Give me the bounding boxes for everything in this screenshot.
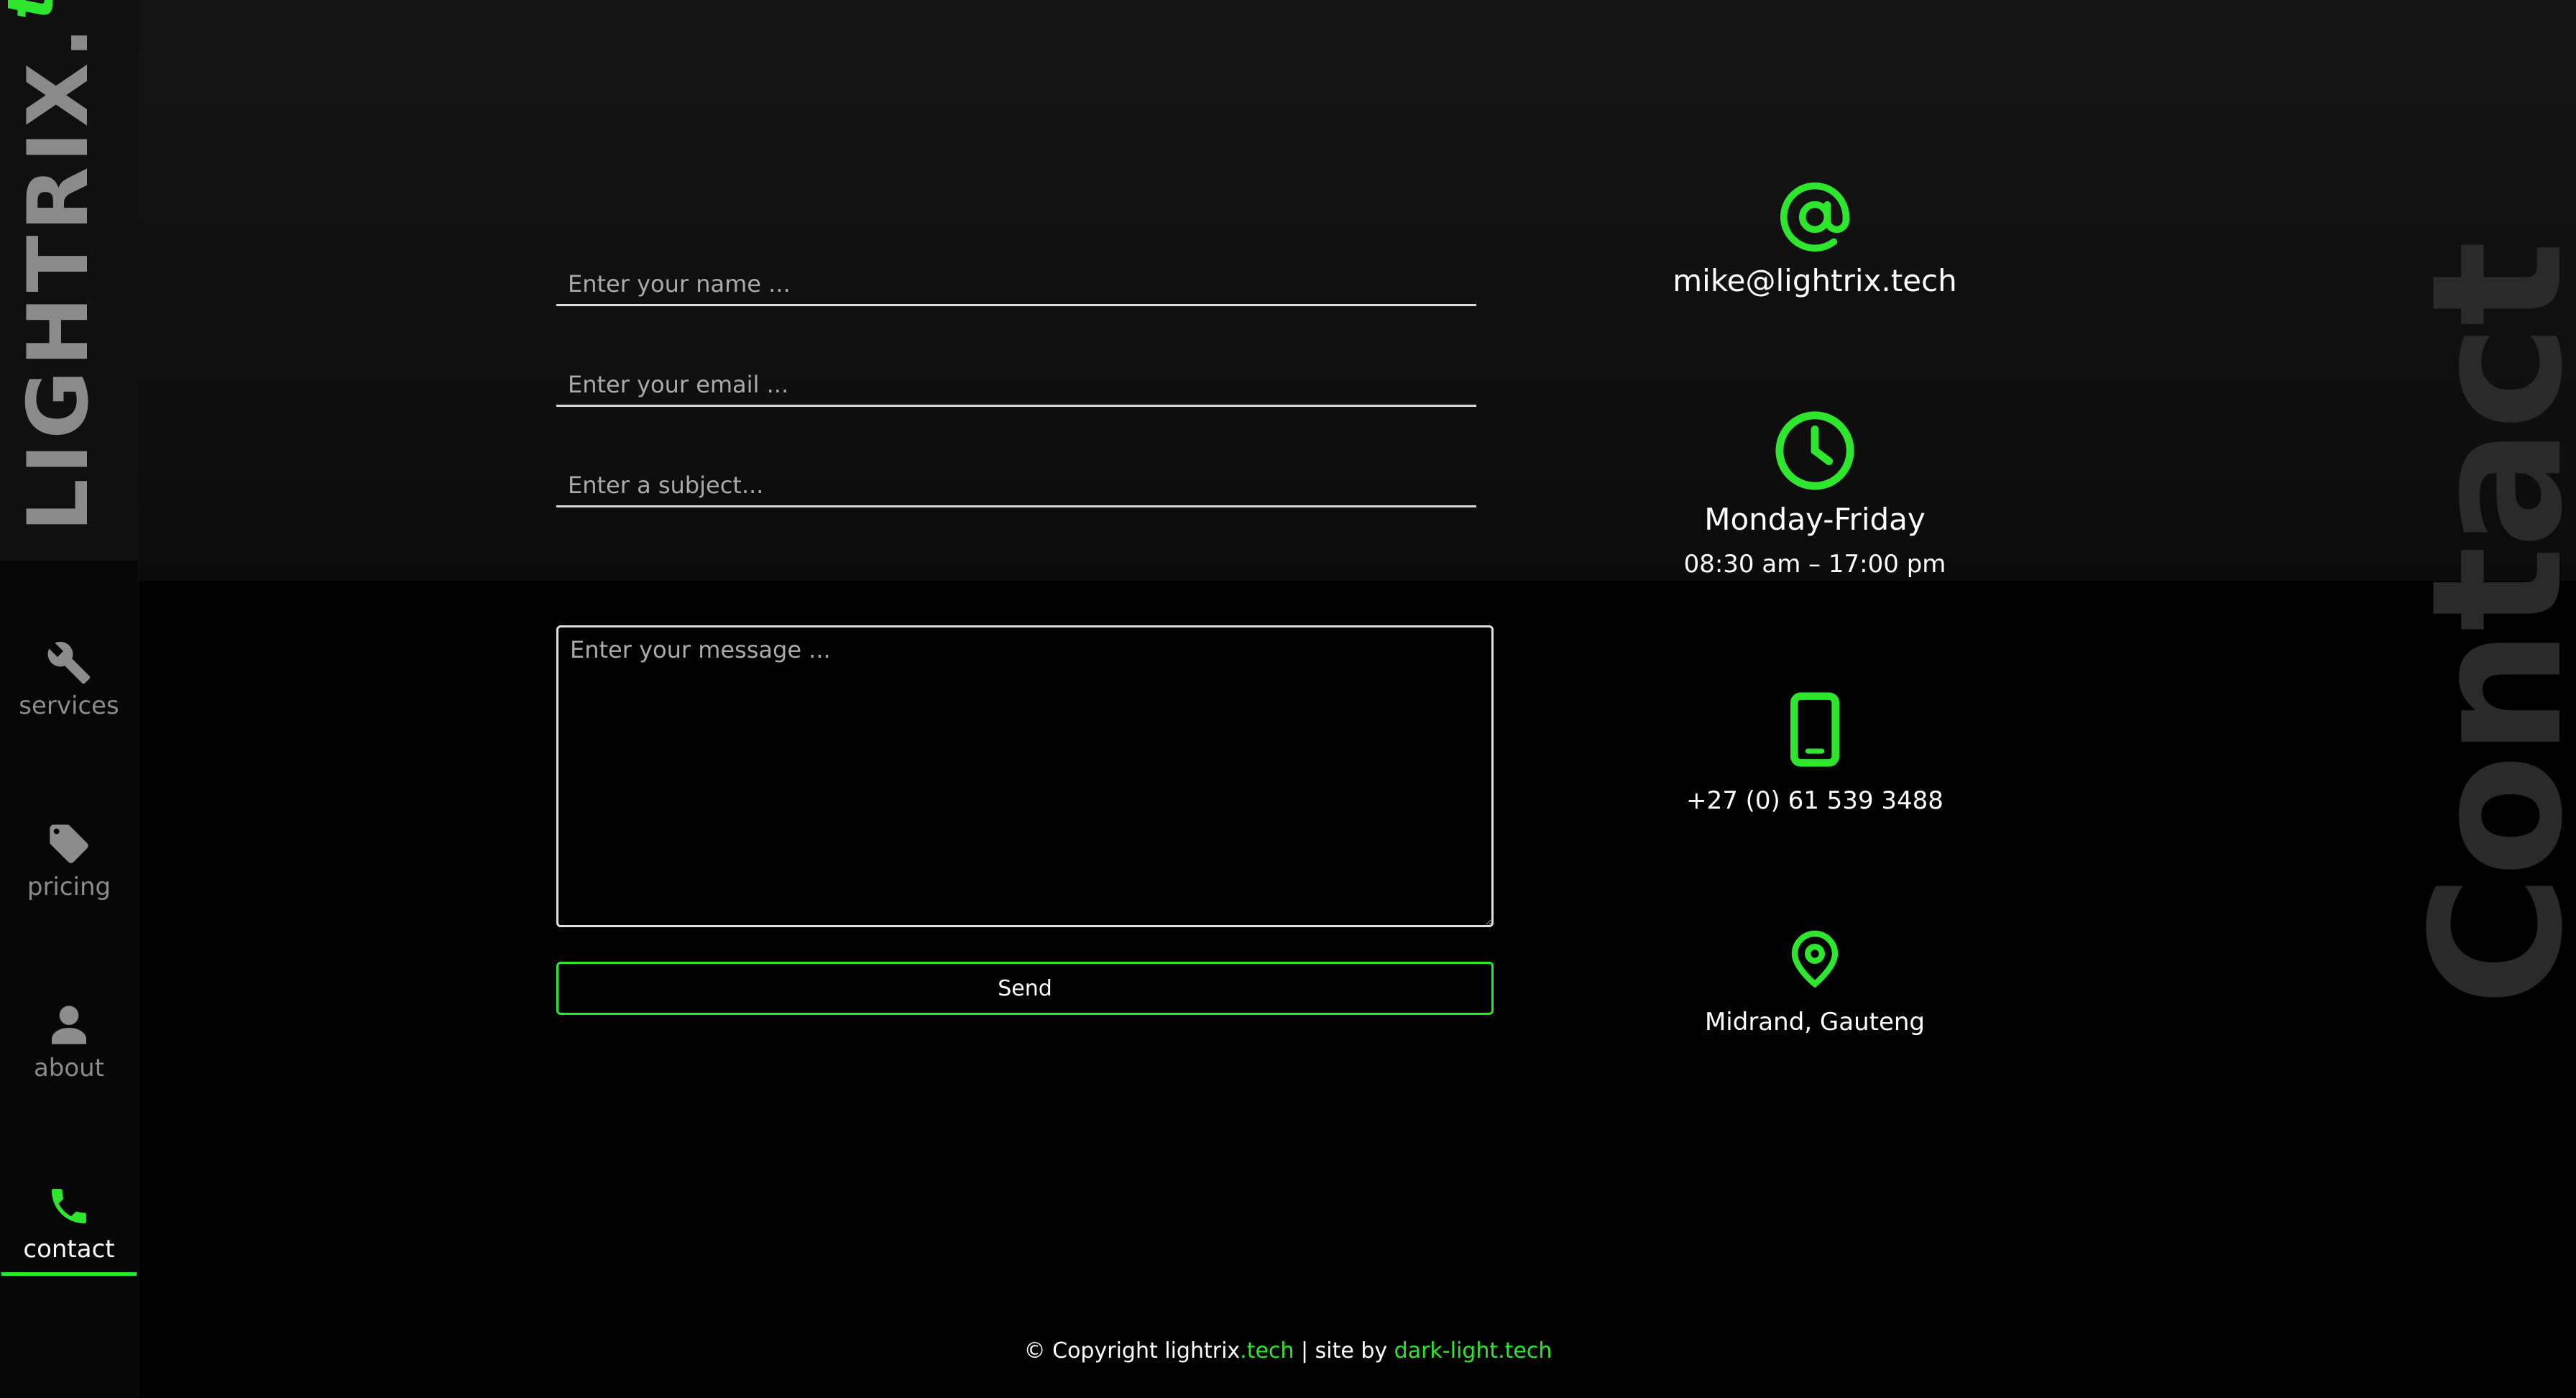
email-input[interactable] bbox=[556, 364, 1476, 407]
send-button[interactable]: Send bbox=[556, 962, 1494, 1015]
footer-credit-link[interactable]: dark-light.tech bbox=[1394, 1338, 1552, 1363]
email-info: mike@lightrix.tech bbox=[1610, 180, 2020, 298]
logo-suffix-text: tech bbox=[0, 0, 68, 20]
message-textarea[interactable] bbox=[556, 625, 1494, 927]
business-hours: 08:30 am – 17:00 pm bbox=[1683, 550, 1946, 579]
map-pin-icon bbox=[1791, 930, 1839, 988]
sidebar-item-label: pricing bbox=[27, 873, 111, 901]
clock-icon bbox=[1775, 411, 1854, 490]
sidebar-item-about[interactable]: about bbox=[0, 1002, 138, 1095]
active-nav-underline bbox=[1, 1272, 137, 1276]
location-info: Midrand, Gauteng bbox=[1610, 924, 2020, 1036]
phone-icon bbox=[52, 1189, 86, 1223]
subject-input[interactable] bbox=[556, 464, 1476, 507]
mobile-phone-icon bbox=[1790, 692, 1840, 767]
sidebar-item-label: services bbox=[19, 691, 119, 720]
location-text: Midrand, Gauteng bbox=[1704, 1008, 1926, 1036]
sidebar-item-services[interactable]: services bbox=[0, 640, 138, 733]
user-icon bbox=[52, 1006, 86, 1044]
footer-copyright: © Copyright lightrix bbox=[1024, 1338, 1241, 1363]
wrench-icon bbox=[47, 641, 91, 684]
footer: © Copyright lightrix.tech | site by dark… bbox=[0, 1338, 2576, 1363]
email-address[interactable]: mike@lightrix.tech bbox=[1610, 263, 2020, 298]
sidebar: LIGHTRIX.tech services pricing about bbox=[0, 0, 139, 1398]
logo[interactable]: LIGHTRIX.tech bbox=[0, 0, 138, 561]
sidebar-item-contact[interactable]: contact bbox=[0, 1183, 138, 1277]
sidebar-item-label: about bbox=[33, 1054, 105, 1082]
phone-number[interactable]: +27 (0) 61 539 3488 bbox=[1610, 786, 2020, 815]
at-sign-icon bbox=[1780, 182, 1850, 252]
footer-separator: | site by bbox=[1294, 1338, 1394, 1363]
watermark-text: Contact bbox=[2393, 243, 2576, 1006]
sidebar-item-label: contact bbox=[23, 1235, 115, 1264]
page: LIGHTRIX.tech services pricing about bbox=[0, 0, 2576, 1398]
name-input[interactable] bbox=[556, 263, 1476, 306]
business-days: Monday-Friday bbox=[1704, 502, 1926, 537]
tag-icon bbox=[50, 824, 88, 863]
phone-info: +27 (0) 61 539 3488 bbox=[1610, 691, 2020, 815]
sidebar-item-pricing[interactable]: pricing bbox=[0, 821, 138, 914]
logo-main-text: LIGHTRIX bbox=[10, 58, 107, 532]
hours-info: Monday-Friday 08:30 am – 17:00 pm bbox=[1610, 408, 2020, 579]
logo-dot: . bbox=[10, 22, 107, 59]
footer-brand-suffix: .tech bbox=[1240, 1338, 1294, 1363]
